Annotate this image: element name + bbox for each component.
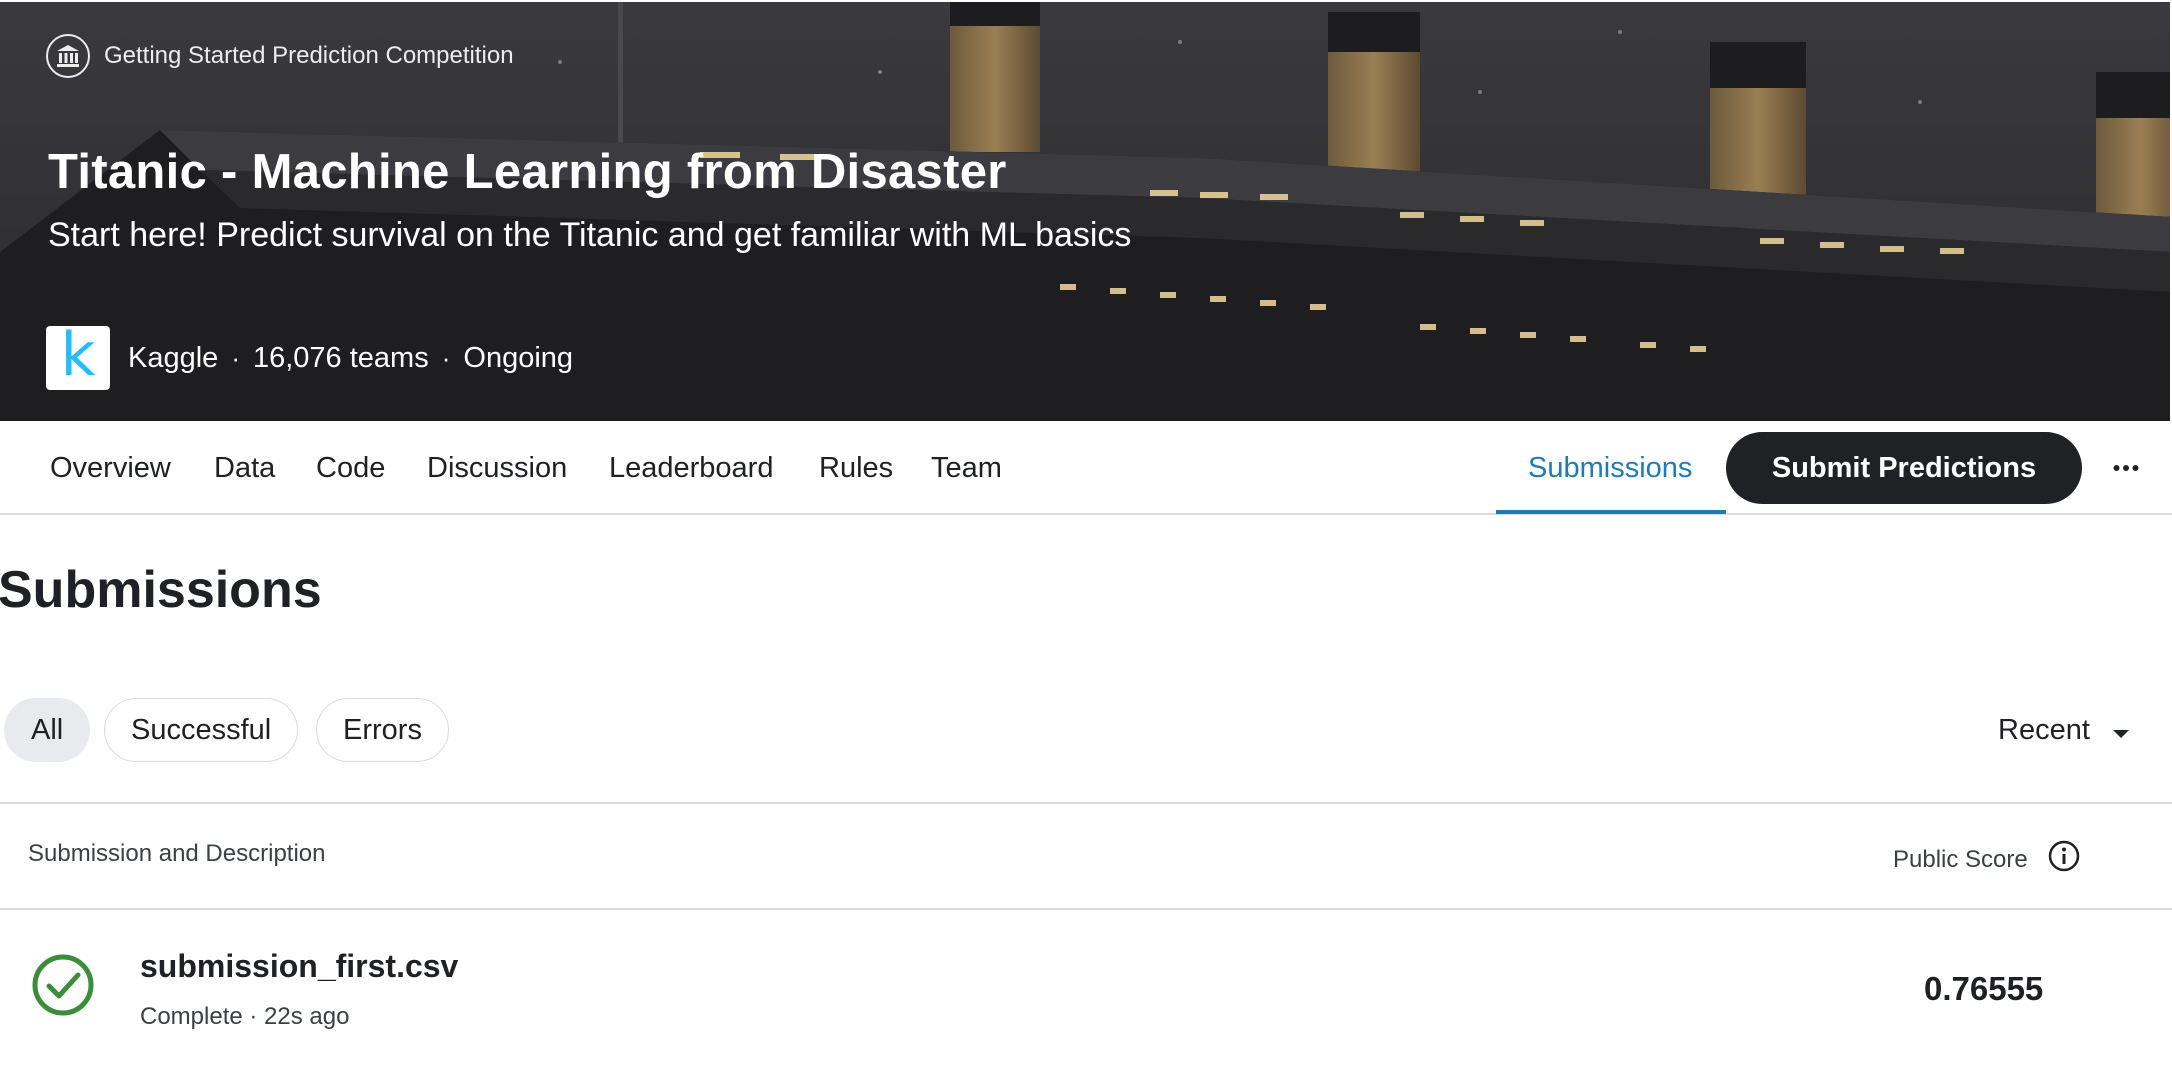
separator: ·	[231, 342, 240, 373]
submission-status: Complete · 22s ago	[140, 1003, 350, 1030]
divider	[0, 908, 2172, 910]
host-name[interactable]: Kaggle	[128, 342, 218, 375]
competition-header: Getting Started Prediction Competition T…	[0, 0, 2172, 421]
competition-type-label: Getting Started Prediction Competition	[104, 42, 514, 69]
kaggle-submissions-page: Getting Started Prediction Competition T…	[0, 0, 2172, 1082]
sort-dropdown[interactable]: Recent	[1998, 706, 2130, 754]
competition-subtitle: Start here! Predict survival on the Tita…	[48, 216, 1132, 254]
submission-file-name[interactable]: submission_first.csv	[140, 948, 458, 985]
active-tab-indicator	[1496, 510, 1726, 514]
host-info: k Kaggle · 16,076 teams · Ongoing	[46, 320, 574, 390]
caret-down-icon	[2112, 714, 2130, 747]
public-score-value: 0.76555	[1924, 970, 2044, 1007]
bank-icon	[46, 34, 90, 78]
tab-rules[interactable]: Rules	[819, 421, 893, 515]
column-header-public-score-label: Public Score	[1893, 845, 2028, 873]
kaggle-logo[interactable]: k	[46, 320, 110, 390]
tab-code[interactable]: Code	[316, 421, 385, 515]
kaggle-logo-letter: k	[60, 320, 96, 390]
sort-label: Recent	[1998, 713, 2090, 746]
competition-title: Titanic - Machine Learning from Disaster	[48, 145, 1007, 199]
separator: ·	[441, 342, 451, 373]
tab-submissions[interactable]: Submissions	[1528, 421, 1692, 515]
filter-chip-all[interactable]: All	[4, 698, 91, 762]
tab-overview[interactable]: Overview	[50, 421, 171, 515]
competition-type: Getting Started Prediction Competition	[46, 34, 514, 78]
column-header-description: Submission and Description	[28, 840, 326, 867]
submit-predictions-button[interactable]: Submit Predictions	[1726, 432, 2082, 504]
filter-chip-successful[interactable]: Successful	[104, 698, 299, 762]
more-horizontal-icon[interactable]	[2106, 444, 2146, 492]
teams-count: 16,076 teams	[252, 341, 429, 374]
column-header-public-score: Public Score	[1893, 840, 2080, 879]
check-circle-icon	[32, 954, 94, 1016]
info-icon[interactable]	[2048, 840, 2080, 879]
tab-leaderboard[interactable]: Leaderboard	[609, 421, 773, 515]
page-title: Submissions	[0, 561, 322, 619]
competition-status: Ongoing	[463, 341, 574, 374]
filter-chip-errors[interactable]: Errors	[316, 698, 449, 762]
tab-data[interactable]: Data	[214, 421, 275, 515]
divider	[0, 802, 2172, 804]
tab-discussion[interactable]: Discussion	[427, 421, 567, 515]
tab-team[interactable]: Team	[931, 421, 1002, 515]
